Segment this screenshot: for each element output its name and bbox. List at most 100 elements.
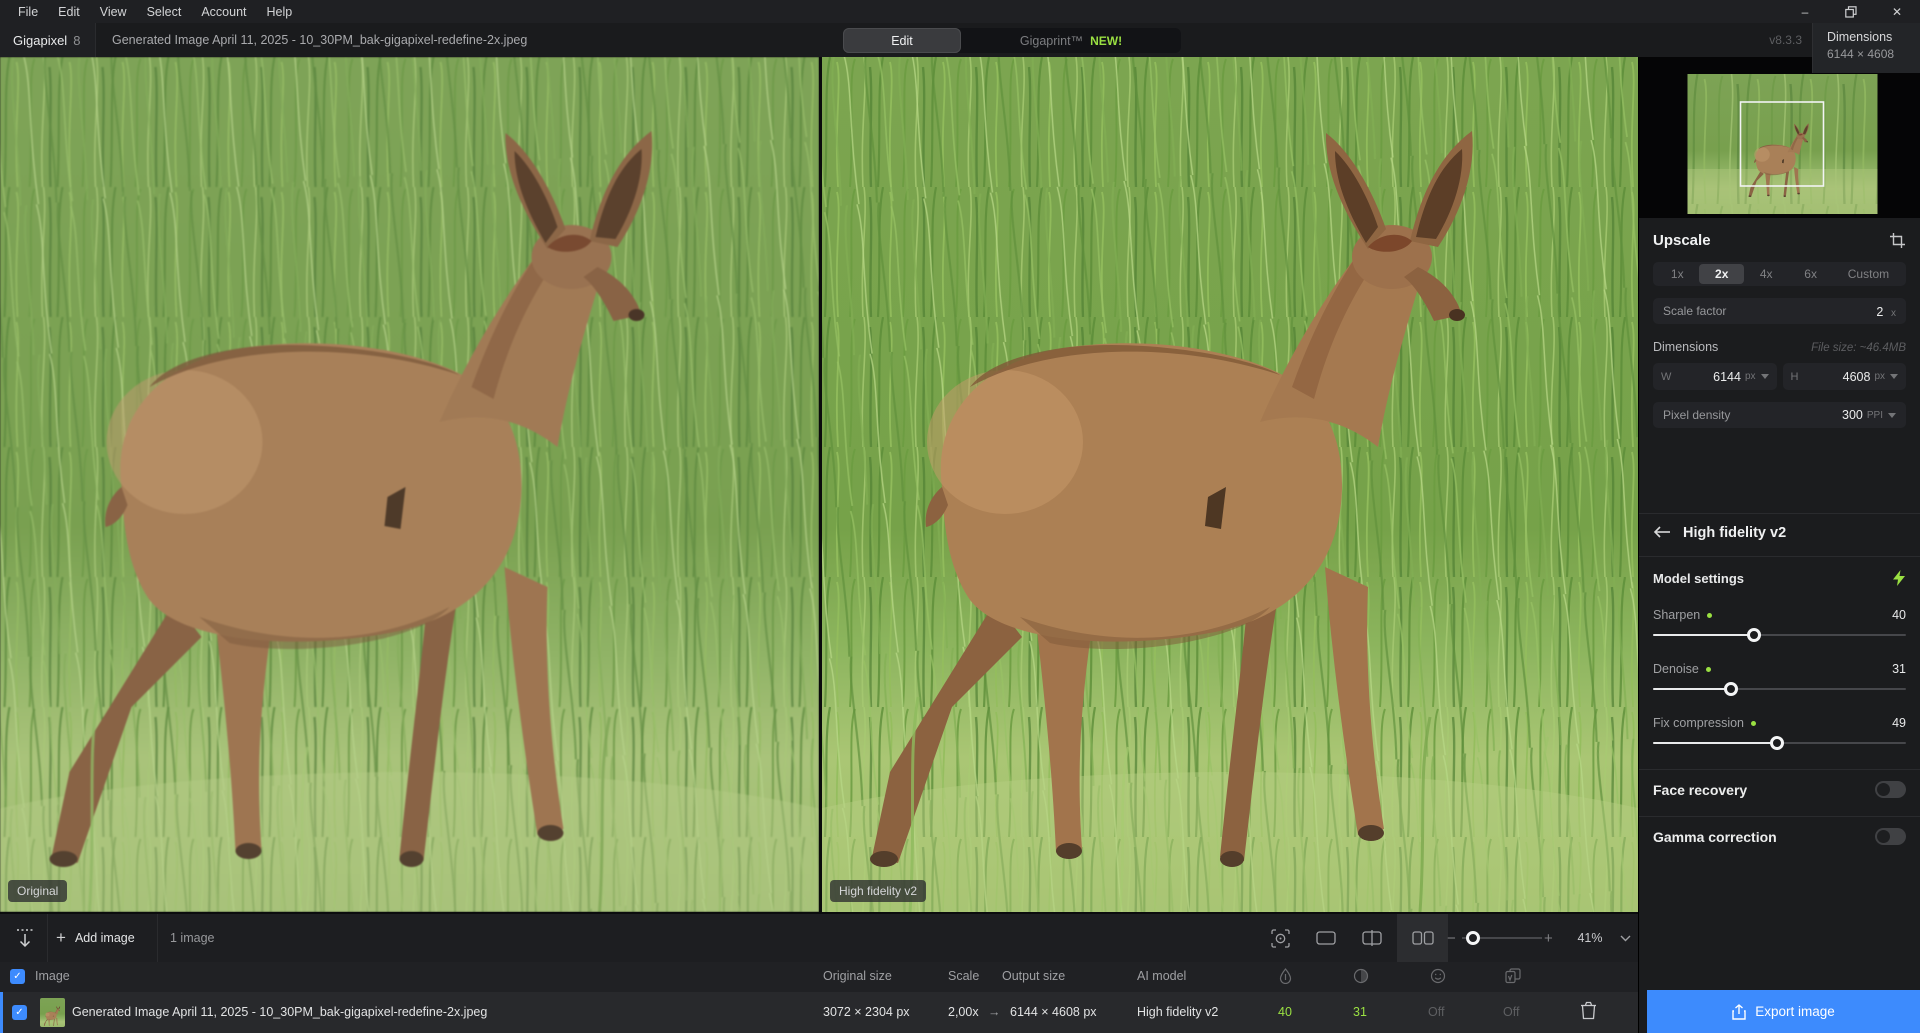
scale-option-4x[interactable]: 4x (1744, 264, 1788, 284)
export-image-button[interactable]: Export image (1647, 990, 1920, 1033)
upscale-title: Upscale (1653, 232, 1711, 249)
sharpen-slider-knob[interactable] (1747, 628, 1761, 642)
plus-icon: + (56, 928, 66, 948)
single-view-icon (1316, 931, 1336, 945)
restore-button[interactable] (1828, 0, 1874, 23)
fix-compression-slider-knob[interactable] (1770, 736, 1784, 750)
menu-view[interactable]: View (90, 2, 137, 22)
bottom-toolbar: + Add image 1 image − (0, 912, 1638, 962)
split-view-button[interactable] (1352, 914, 1392, 962)
single-view-button[interactable] (1306, 914, 1346, 962)
split-view-icon (1362, 930, 1382, 946)
collapse-panel-button[interactable] (8, 914, 42, 962)
gigapixel-app-window: File Edit View Select Account Help – ✕ G… (0, 0, 1920, 1033)
lightning-icon[interactable] (1892, 570, 1906, 586)
scale-factor-field[interactable]: Scale factor 2 x (1653, 298, 1906, 324)
image-list-row[interactable]: ✓ Generated Image April 11, 2025 - 10_30… (0, 992, 1638, 1033)
height-unit-caret-icon[interactable] (1890, 374, 1898, 379)
menu-edit[interactable]: Edit (48, 2, 90, 22)
col-scale: Scale (948, 969, 979, 983)
width-unit: px (1745, 371, 1756, 382)
row-ai-model: High fidelity v2 (1137, 1005, 1218, 1019)
delete-image-button[interactable] (1580, 1001, 1597, 1023)
width-field[interactable]: W 6144 px (1653, 363, 1777, 390)
row-gamma-value: Off (1503, 1005, 1519, 1019)
menu-help[interactable]: Help (257, 2, 303, 22)
face-recovery-toggle[interactable] (1875, 781, 1906, 798)
original-view-label: Original (8, 880, 67, 902)
pixel-density-field[interactable]: Pixel density 300 PPI (1653, 402, 1906, 428)
menu-select[interactable]: Select (137, 2, 192, 22)
menu-account[interactable]: Account (191, 2, 256, 22)
zoom-presets-button[interactable] (1612, 914, 1638, 962)
title-bar: Gigapixel 8 Generated Image April 11, 20… (0, 23, 1920, 57)
row-filename: Generated Image April 11, 2025 - 10_30PM… (72, 1005, 487, 1019)
add-image-button[interactable]: + Add image (56, 914, 135, 962)
denoise-modified-dot (1706, 667, 1711, 672)
back-button[interactable] (1653, 526, 1671, 541)
select-all-checkbox[interactable]: ✓ (10, 969, 25, 984)
zoom-in-button[interactable]: + (1544, 914, 1553, 962)
zoom-out-button[interactable]: − (1447, 914, 1456, 962)
minimize-button[interactable]: – (1782, 0, 1828, 23)
row-scale-arrow: → (988, 1005, 1001, 1019)
width-label: W (1661, 371, 1671, 383)
row-checkbox[interactable]: ✓ (12, 1005, 27, 1020)
scale-option-2x[interactable]: 2x (1699, 264, 1743, 284)
tab-gigaprint[interactable]: Gigaprint™ NEW! (961, 28, 1181, 53)
crop-icon[interactable] (1889, 232, 1906, 249)
height-field[interactable]: H 4608 px (1783, 363, 1907, 390)
height-label: H (1791, 371, 1799, 383)
preview-zoom-button[interactable] (1260, 914, 1300, 962)
file-size-estimate: File size: ~46.4MB (1811, 342, 1906, 354)
face-recovery-column-icon (1430, 968, 1446, 987)
app-version-number: 8 (73, 33, 80, 48)
width-unit-caret-icon[interactable] (1761, 374, 1769, 379)
fix-compression-slider[interactable] (1653, 742, 1906, 744)
arrow-left-icon (1653, 526, 1671, 538)
side-by-side-view-button[interactable] (1397, 914, 1448, 962)
menu-file[interactable]: File (8, 2, 48, 22)
scale-factor-value: 2 (1876, 305, 1883, 319)
scale-option-6x[interactable]: 6x (1788, 264, 1832, 284)
tab-gigaprint-label: Gigaprint™ (1020, 34, 1083, 48)
denoise-value: 31 (1892, 662, 1906, 676)
focus-preview-icon (1271, 929, 1290, 948)
dimensions-section-label: Dimensions (1653, 340, 1718, 354)
restore-icon (1845, 6, 1857, 18)
tab-edit[interactable]: Edit (843, 28, 961, 53)
add-image-label: Add image (75, 931, 135, 945)
gamma-correction-column-icon (1505, 968, 1521, 987)
denoise-column-icon (1353, 968, 1369, 987)
open-filename: Generated Image April 11, 2025 - 10_30PM… (112, 23, 527, 57)
new-badge: NEW! (1090, 34, 1122, 48)
trash-icon (1580, 1001, 1597, 1020)
denoise-slider-knob[interactable] (1724, 682, 1738, 696)
enhanced-image-view[interactable] (822, 57, 1638, 912)
zoom-slider-knob[interactable] (1466, 931, 1480, 945)
scale-option-1x[interactable]: 1x (1655, 264, 1699, 284)
original-image-view[interactable] (0, 57, 819, 912)
dimensions-box: Dimensions 6144 × 4608 (1812, 23, 1920, 73)
pixel-density-label: Pixel density (1663, 408, 1730, 422)
close-button[interactable]: ✕ (1874, 0, 1920, 23)
dimensions-box-value: 6144 × 4608 (1827, 47, 1920, 61)
zoom-level[interactable]: 41% (1566, 914, 1614, 962)
sharpen-modified-dot (1707, 613, 1712, 618)
navigator-preview[interactable] (1639, 57, 1920, 218)
row-scale: 2,00x (948, 1005, 979, 1019)
sharpen-label: Sharpen (1653, 608, 1700, 622)
pixel-density-unit: PPI (1867, 410, 1883, 421)
denoise-slider[interactable] (1653, 688, 1906, 690)
scale-option-custom[interactable]: Custom (1833, 264, 1904, 284)
sharpen-slider-group: Sharpen 40 (1653, 608, 1906, 636)
pixel-density-caret-icon[interactable] (1888, 413, 1896, 418)
gamma-correction-toggle[interactable] (1875, 828, 1906, 845)
comparison-canvas[interactable]: Original High fidelity v2 (0, 57, 1638, 912)
gamma-correction-label: Gamma correction (1653, 829, 1777, 845)
fix-compression-slider-group: Fix compression 49 (1653, 716, 1906, 744)
row-selected-accent (0, 992, 3, 1033)
model-settings-title: Model settings (1653, 571, 1744, 586)
row-denoise-value: 31 (1353, 1005, 1367, 1019)
sharpen-slider[interactable] (1653, 634, 1906, 636)
